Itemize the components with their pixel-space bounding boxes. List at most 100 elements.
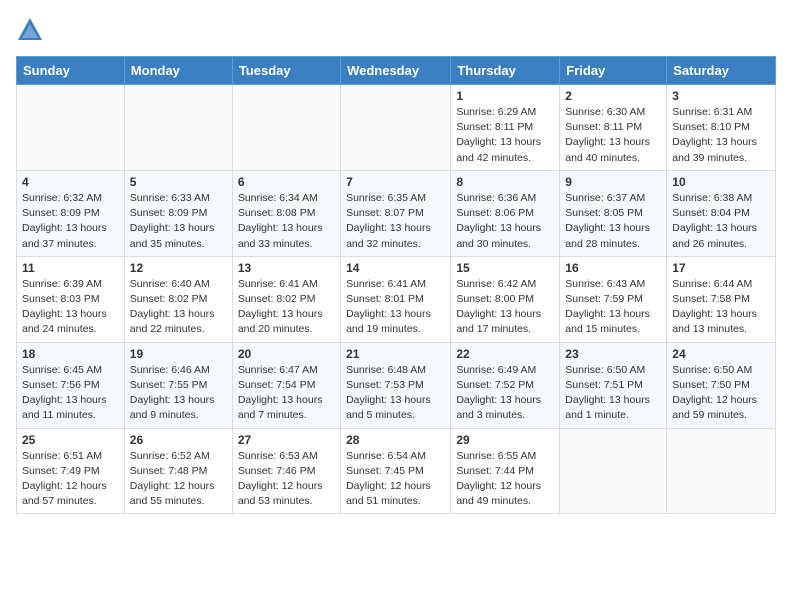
calendar-cell: 22 Sunrise: 6:49 AMSunset: 7:52 PMDayligh… xyxy=(451,342,560,428)
day-number: 22 xyxy=(456,347,554,361)
day-number: 2 xyxy=(565,89,661,103)
cell-content: Sunrise: 6:49 AMSunset: 7:52 PMDaylight:… xyxy=(456,363,554,424)
calendar-week-row: 1 Sunrise: 6:29 AMSunset: 8:11 PMDaylight… xyxy=(17,85,776,171)
calendar-cell: 14 Sunrise: 6:41 AMSunset: 8:01 PMDayligh… xyxy=(341,256,451,342)
day-number: 18 xyxy=(22,347,119,361)
cell-content: Sunrise: 6:51 AMSunset: 7:49 PMDaylight:… xyxy=(22,449,119,510)
calendar-cell: 17 Sunrise: 6:44 AMSunset: 7:58 PMDayligh… xyxy=(667,256,776,342)
calendar-cell xyxy=(232,85,340,171)
calendar-week-row: 18 Sunrise: 6:45 AMSunset: 7:56 PMDayligh… xyxy=(17,342,776,428)
day-number: 1 xyxy=(456,89,554,103)
cell-content: Sunrise: 6:32 AMSunset: 8:09 PMDaylight:… xyxy=(22,191,119,252)
day-number: 9 xyxy=(565,175,661,189)
cell-content: Sunrise: 6:47 AMSunset: 7:54 PMDaylight:… xyxy=(238,363,335,424)
calendar-cell: 7Sunrise: 6:35 AMSunset: 8:07 PMDaylight… xyxy=(341,170,451,256)
calendar-header-thursday: Thursday xyxy=(451,57,560,85)
cell-content: Sunrise: 6:55 AMSunset: 7:44 PMDaylight:… xyxy=(456,449,554,510)
page-header xyxy=(16,16,776,44)
calendar-cell: 3 Sunrise: 6:31 AMSunset: 8:10 PMDaylight… xyxy=(667,85,776,171)
calendar-cell: 8 Sunrise: 6:36 AMSunset: 8:06 PMDaylight… xyxy=(451,170,560,256)
cell-content: Sunrise: 6:38 AMSunset: 8:04 PMDaylight:… xyxy=(672,191,770,252)
day-number: 13 xyxy=(238,261,335,275)
calendar-table: SundayMondayTuesdayWednesdayThursdayFrid… xyxy=(16,56,776,514)
day-number: 11 xyxy=(22,261,119,275)
calendar-cell: 26 Sunrise: 6:52 AMSunset: 7:48 PMDayligh… xyxy=(124,428,232,514)
cell-content: Sunrise: 6:31 AMSunset: 8:10 PMDaylight:… xyxy=(672,105,770,166)
day-number: 20 xyxy=(238,347,335,361)
cell-content: Sunrise: 6:29 AMSunset: 8:11 PMDaylight:… xyxy=(456,105,554,166)
cell-content: Sunrise: 6:34 AMSunset: 8:08 PMDaylight:… xyxy=(238,191,335,252)
day-number: 14 xyxy=(346,261,445,275)
calendar-week-row: 4 Sunrise: 6:32 AMSunset: 8:09 PMDaylight… xyxy=(17,170,776,256)
calendar-cell: 15Sunrise: 6:42 AMSunset: 8:00 PMDayligh… xyxy=(451,256,560,342)
calendar-cell: 20 Sunrise: 6:47 AMSunset: 7:54 PMDayligh… xyxy=(232,342,340,428)
calendar-cell: 21 Sunrise: 6:48 AMSunset: 7:53 PMDayligh… xyxy=(341,342,451,428)
day-number: 8 xyxy=(456,175,554,189)
calendar-header-monday: Monday xyxy=(124,57,232,85)
cell-content: Sunrise: 6:44 AMSunset: 7:58 PMDaylight:… xyxy=(672,277,770,338)
calendar-week-row: 11 Sunrise: 6:39 AMSunset: 8:03 PMDayligh… xyxy=(17,256,776,342)
cell-content: Sunrise: 6:50 AMSunset: 7:51 PMDaylight:… xyxy=(565,363,661,424)
day-number: 27 xyxy=(238,433,335,447)
calendar-header-row: SundayMondayTuesdayWednesdayThursdayFrid… xyxy=(17,57,776,85)
calendar-cell: 13 Sunrise: 6:41 AMSunset: 8:02 PMDayligh… xyxy=(232,256,340,342)
cell-content: Sunrise: 6:48 AMSunset: 7:53 PMDaylight:… xyxy=(346,363,445,424)
day-number: 7 xyxy=(346,175,445,189)
day-number: 25 xyxy=(22,433,119,447)
day-number: 29 xyxy=(456,433,554,447)
day-number: 26 xyxy=(130,433,227,447)
cell-content: Sunrise: 6:37 AMSunset: 8:05 PMDaylight:… xyxy=(565,191,661,252)
calendar-cell: 19 Sunrise: 6:46 AMSunset: 7:55 PMDayligh… xyxy=(124,342,232,428)
cell-content: Sunrise: 6:53 AMSunset: 7:46 PMDaylight:… xyxy=(238,449,335,510)
day-number: 17 xyxy=(672,261,770,275)
cell-content: Sunrise: 6:46 AMSunset: 7:55 PMDaylight:… xyxy=(130,363,227,424)
day-number: 10 xyxy=(672,175,770,189)
cell-content: Sunrise: 6:41 AMSunset: 8:02 PMDaylight:… xyxy=(238,277,335,338)
calendar-cell xyxy=(560,428,667,514)
day-number: 12 xyxy=(130,261,227,275)
calendar-cell: 6 Sunrise: 6:34 AMSunset: 8:08 PMDaylight… xyxy=(232,170,340,256)
calendar-cell: 23 Sunrise: 6:50 AMSunset: 7:51 PMDayligh… xyxy=(560,342,667,428)
calendar-cell: 12 Sunrise: 6:40 AMSunset: 8:02 PMDayligh… xyxy=(124,256,232,342)
calendar-cell: 1 Sunrise: 6:29 AMSunset: 8:11 PMDaylight… xyxy=(451,85,560,171)
cell-content: Sunrise: 6:39 AMSunset: 8:03 PMDaylight:… xyxy=(22,277,119,338)
logo xyxy=(16,16,48,44)
cell-content: Sunrise: 6:41 AMSunset: 8:01 PMDaylight:… xyxy=(346,277,445,338)
cell-content: Sunrise: 6:36 AMSunset: 8:06 PMDaylight:… xyxy=(456,191,554,252)
calendar-cell: 28Sunrise: 6:54 AMSunset: 7:45 PMDayligh… xyxy=(341,428,451,514)
calendar-cell xyxy=(341,85,451,171)
day-number: 16 xyxy=(565,261,661,275)
calendar-cell: 9 Sunrise: 6:37 AMSunset: 8:05 PMDaylight… xyxy=(560,170,667,256)
logo-icon xyxy=(16,16,44,44)
calendar-header-saturday: Saturday xyxy=(667,57,776,85)
calendar-header-sunday: Sunday xyxy=(17,57,125,85)
day-number: 15 xyxy=(456,261,554,275)
cell-content: Sunrise: 6:50 AMSunset: 7:50 PMDaylight:… xyxy=(672,363,770,424)
calendar-cell: 25 Sunrise: 6:51 AMSunset: 7:49 PMDayligh… xyxy=(17,428,125,514)
cell-content: Sunrise: 6:52 AMSunset: 7:48 PMDaylight:… xyxy=(130,449,227,510)
calendar-cell xyxy=(667,428,776,514)
calendar-cell xyxy=(124,85,232,171)
cell-content: Sunrise: 6:40 AMSunset: 8:02 PMDaylight:… xyxy=(130,277,227,338)
calendar-cell: 29 Sunrise: 6:55 AMSunset: 7:44 PMDayligh… xyxy=(451,428,560,514)
day-number: 21 xyxy=(346,347,445,361)
calendar-cell: 5Sunrise: 6:33 AMSunset: 8:09 PMDaylight… xyxy=(124,170,232,256)
cell-content: Sunrise: 6:30 AMSunset: 8:11 PMDaylight:… xyxy=(565,105,661,166)
cell-content: Sunrise: 6:54 AMSunset: 7:45 PMDaylight:… xyxy=(346,449,445,510)
day-number: 23 xyxy=(565,347,661,361)
cell-content: Sunrise: 6:45 AMSunset: 7:56 PMDaylight:… xyxy=(22,363,119,424)
calendar-week-row: 25 Sunrise: 6:51 AMSunset: 7:49 PMDayligh… xyxy=(17,428,776,514)
day-number: 6 xyxy=(238,175,335,189)
calendar-cell: 16 Sunrise: 6:43 AMSunset: 7:59 PMDayligh… xyxy=(560,256,667,342)
day-number: 24 xyxy=(672,347,770,361)
calendar-cell: 24 Sunrise: 6:50 AMSunset: 7:50 PMDayligh… xyxy=(667,342,776,428)
calendar-cell: 2 Sunrise: 6:30 AMSunset: 8:11 PMDaylight… xyxy=(560,85,667,171)
cell-content: Sunrise: 6:43 AMSunset: 7:59 PMDaylight:… xyxy=(565,277,661,338)
calendar-cell: 11 Sunrise: 6:39 AMSunset: 8:03 PMDayligh… xyxy=(17,256,125,342)
calendar-cell xyxy=(17,85,125,171)
calendar-cell: 10 Sunrise: 6:38 AMSunset: 8:04 PMDayligh… xyxy=(667,170,776,256)
calendar-header-wednesday: Wednesday xyxy=(341,57,451,85)
day-number: 4 xyxy=(22,175,119,189)
day-number: 3 xyxy=(672,89,770,103)
day-number: 19 xyxy=(130,347,227,361)
